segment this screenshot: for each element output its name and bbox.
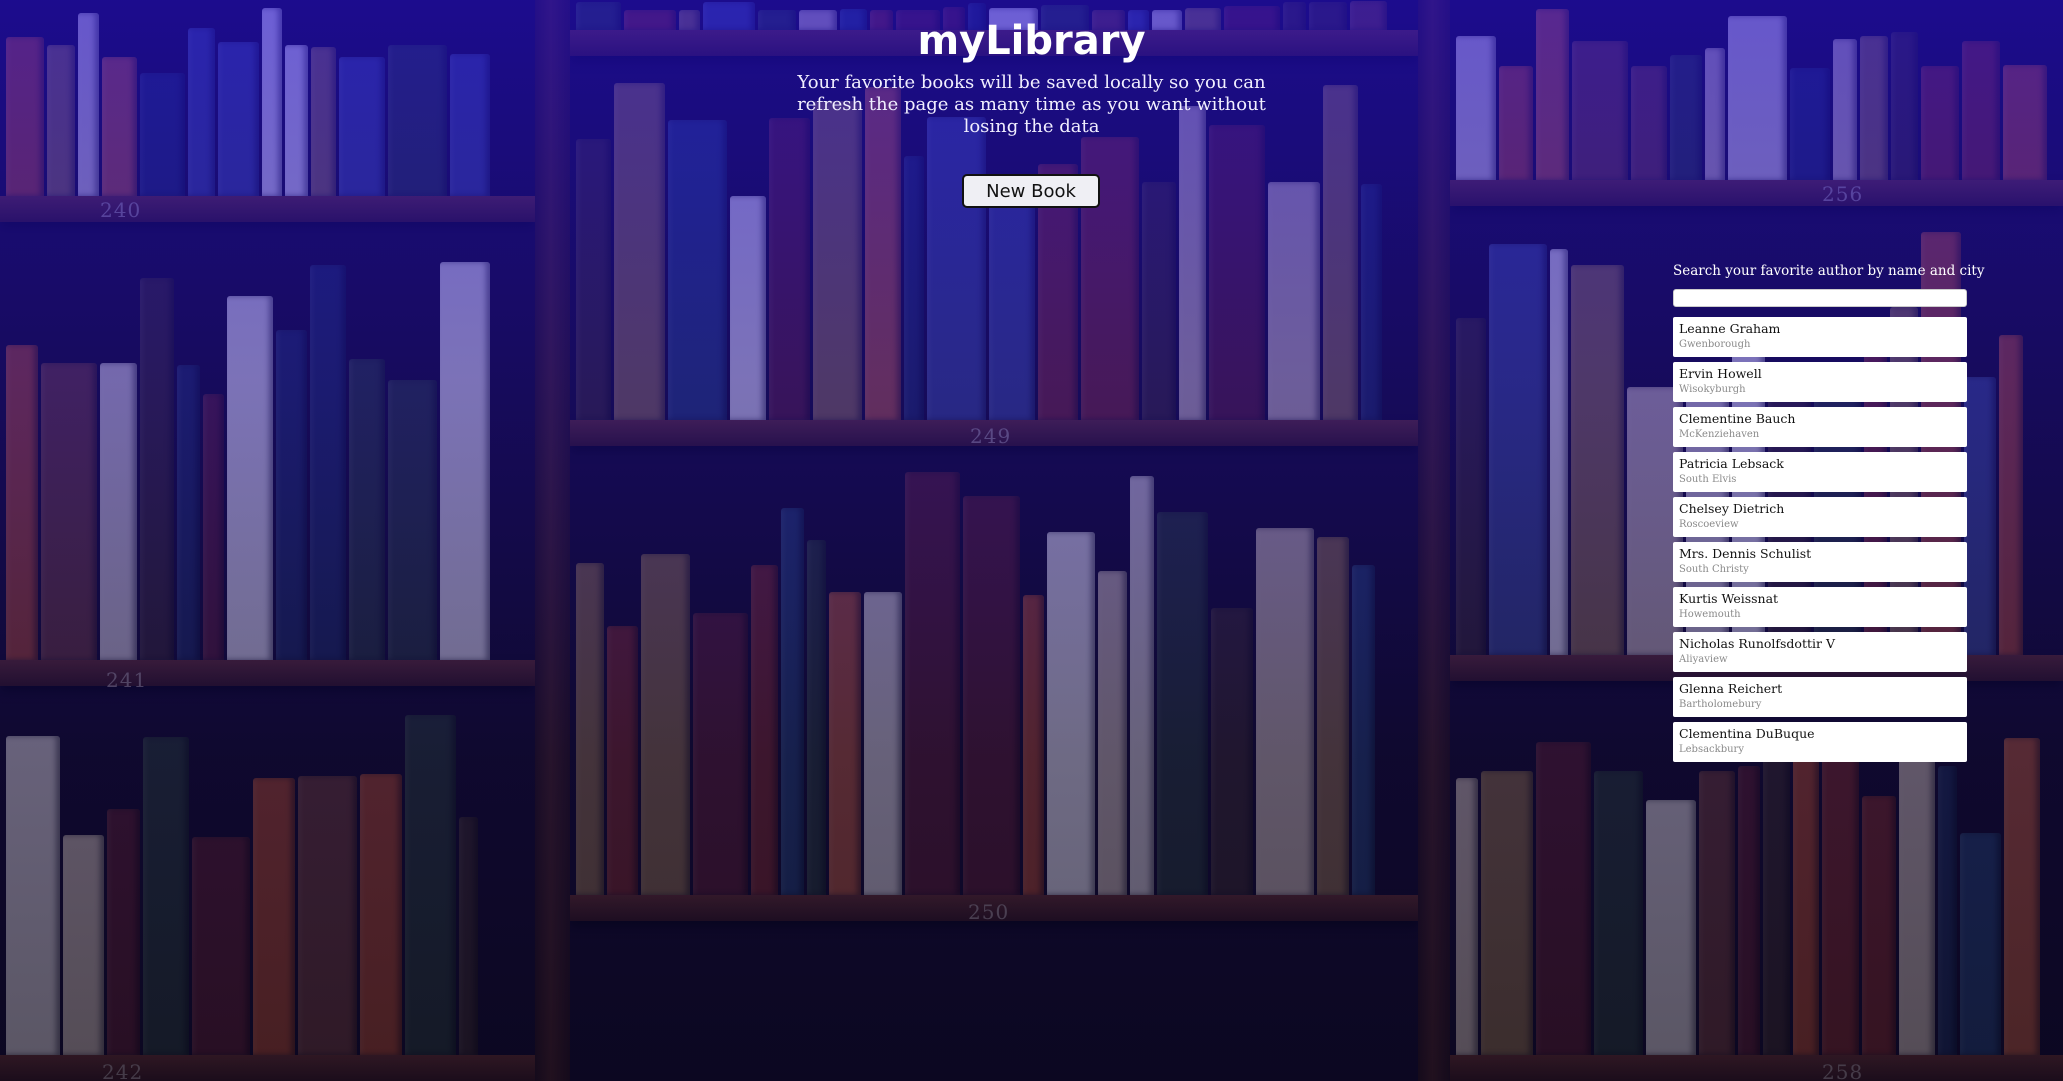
author-name: Kurtis Weissnat [1679,591,1779,606]
author-list-item[interactable]: Kurtis Weissnat Howemouth [1673,587,1967,627]
author-search-input[interactable] [1673,289,1967,307]
author-city: South Christy [1679,564,1749,575]
author-list-item[interactable]: Patricia Lebsack South Elvis [1673,452,1967,492]
author-name: Mrs. Dennis Schulist [1679,546,1812,561]
author-city: Gwenborough [1679,339,1751,350]
page-header: myLibrary Your favorite books will be sa… [780,14,1283,138]
author-name: Chelsey Dietrich [1679,501,1785,516]
author-list-item[interactable]: Clementine Bauch McKenziehaven [1673,407,1967,447]
author-city: Roscoeview [1679,519,1739,530]
author-list-item[interactable]: Mrs. Dennis Schulist South Christy [1673,542,1967,582]
author-list: Leanne Graham Gwenborough Ervin Howell Wis… [1673,317,1967,762]
author-city: Wisokyburgh [1679,384,1746,395]
author-name: Glenna Reichert [1679,681,1783,696]
author-city: Aliyaview [1679,654,1728,665]
new-book-button[interactable]: New Book [962,174,1100,208]
author-city: Howemouth [1679,609,1741,620]
author-list-item[interactable]: Leanne Graham Gwenborough [1673,317,1967,357]
author-name: Ervin Howell [1679,366,1762,381]
author-name: Leanne Graham [1679,321,1781,336]
author-city: South Elvis [1679,474,1737,485]
author-list-item[interactable]: Ervin Howell Wisokyburgh [1673,362,1967,402]
author-city: Bartholomebury [1679,699,1762,710]
page-subtitle: Your favorite books will be saved locall… [797,72,1266,137]
author-search-panel: Search your favorite author by name and … [1673,263,1985,767]
author-name: Nicholas Runolfsdottir V [1679,636,1835,651]
author-list-item[interactable]: Nicholas Runolfsdottir V Aliyaview [1673,632,1967,672]
author-list-item[interactable]: Chelsey Dietrich Roscoeview [1673,497,1967,537]
page-title: myLibrary [917,18,1146,64]
author-name: Clementina DuBuque [1679,726,1815,741]
author-city: Lebsackbury [1679,744,1744,755]
author-name: Patricia Lebsack [1679,456,1784,471]
author-list-item[interactable]: Glenna Reichert Bartholomebury [1673,677,1967,717]
author-list-item[interactable]: Clementina DuBuque Lebsackbury [1673,722,1967,762]
author-city: McKenziehaven [1679,429,1760,440]
search-label: Search your favorite author by name and … [1673,263,1985,279]
author-name: Clementine Bauch [1679,411,1796,426]
